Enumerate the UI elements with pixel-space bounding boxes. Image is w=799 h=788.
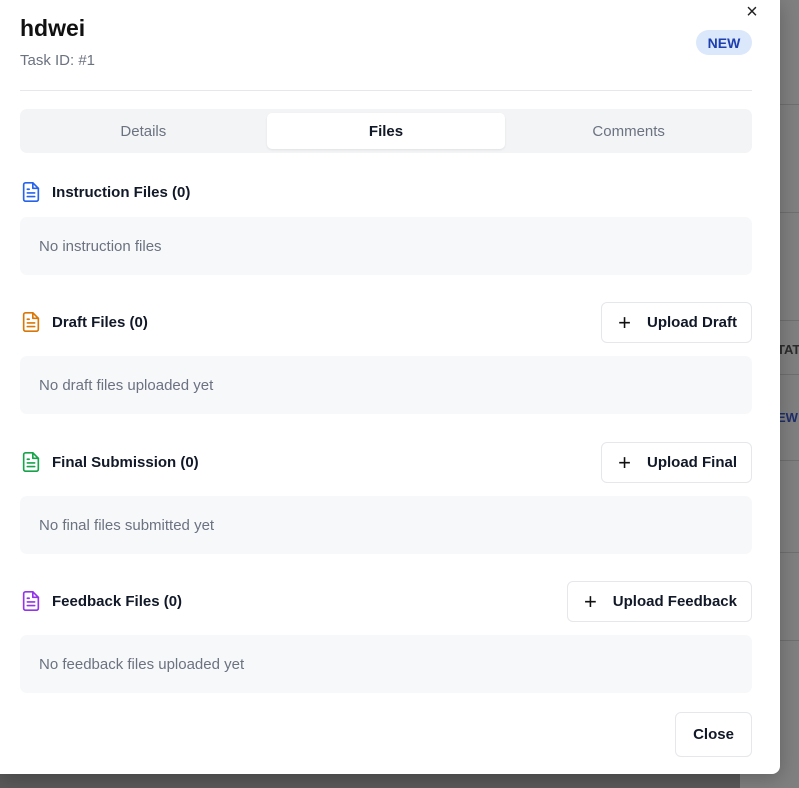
tab-details[interactable]: Details bbox=[24, 113, 263, 149]
close-button[interactable]: Close bbox=[675, 712, 752, 757]
document-icon bbox=[20, 451, 42, 473]
section-title: Feedback Files (0) bbox=[52, 592, 183, 610]
plus-icon: + bbox=[583, 588, 597, 614]
tab-comments[interactable]: Comments bbox=[509, 113, 748, 149]
instruction-files-header: Instruction Files (0) bbox=[20, 172, 752, 212]
dialog-title: hdwei bbox=[20, 15, 86, 41]
tab-list: Details Files Comments bbox=[20, 109, 752, 153]
instruction-files-empty: No instruction files bbox=[20, 217, 752, 275]
section-title: Final Submission (0) bbox=[52, 453, 199, 471]
document-icon bbox=[20, 590, 42, 612]
final-files-empty: No final files submitted yet bbox=[20, 496, 752, 554]
draft-files-header: Draft Files (0) + Upload Draft bbox=[20, 302, 752, 343]
upload-feedback-button[interactable]: + Upload Feedback bbox=[566, 581, 752, 622]
feedback-files-empty: No feedback files uploaded yet bbox=[20, 635, 752, 693]
feedback-files-header: Feedback Files (0) + Upload Feedback bbox=[20, 581, 752, 622]
background-status-text: EW bbox=[777, 410, 798, 425]
close-icon[interactable]: × bbox=[743, 2, 761, 22]
document-icon bbox=[20, 181, 42, 203]
task-id: Task ID: #1 bbox=[20, 52, 96, 69]
background-column-header: TAT bbox=[777, 342, 799, 357]
section-title: Instruction Files (0) bbox=[52, 183, 191, 201]
upload-final-button[interactable]: + Upload Final bbox=[601, 442, 752, 483]
final-submission-header: Final Submission (0) + Upload Final bbox=[20, 442, 752, 483]
upload-draft-button[interactable]: + Upload Draft bbox=[601, 302, 752, 343]
divider bbox=[20, 90, 752, 91]
document-icon bbox=[20, 311, 42, 333]
draft-files-empty: No draft files uploaded yet bbox=[20, 356, 752, 414]
tab-files[interactable]: Files bbox=[266, 113, 506, 149]
status-badge: NEW bbox=[696, 30, 752, 55]
button-label: Upload Draft bbox=[647, 314, 737, 331]
section-title: Draft Files (0) bbox=[52, 313, 148, 331]
plus-icon: + bbox=[618, 309, 631, 335]
plus-icon: + bbox=[618, 449, 631, 475]
button-label: Upload Feedback bbox=[612, 593, 737, 610]
task-dialog: × hdwei Task ID: #1 NEW Details Files Co… bbox=[0, 0, 780, 774]
button-label: Upload Final bbox=[647, 454, 737, 471]
